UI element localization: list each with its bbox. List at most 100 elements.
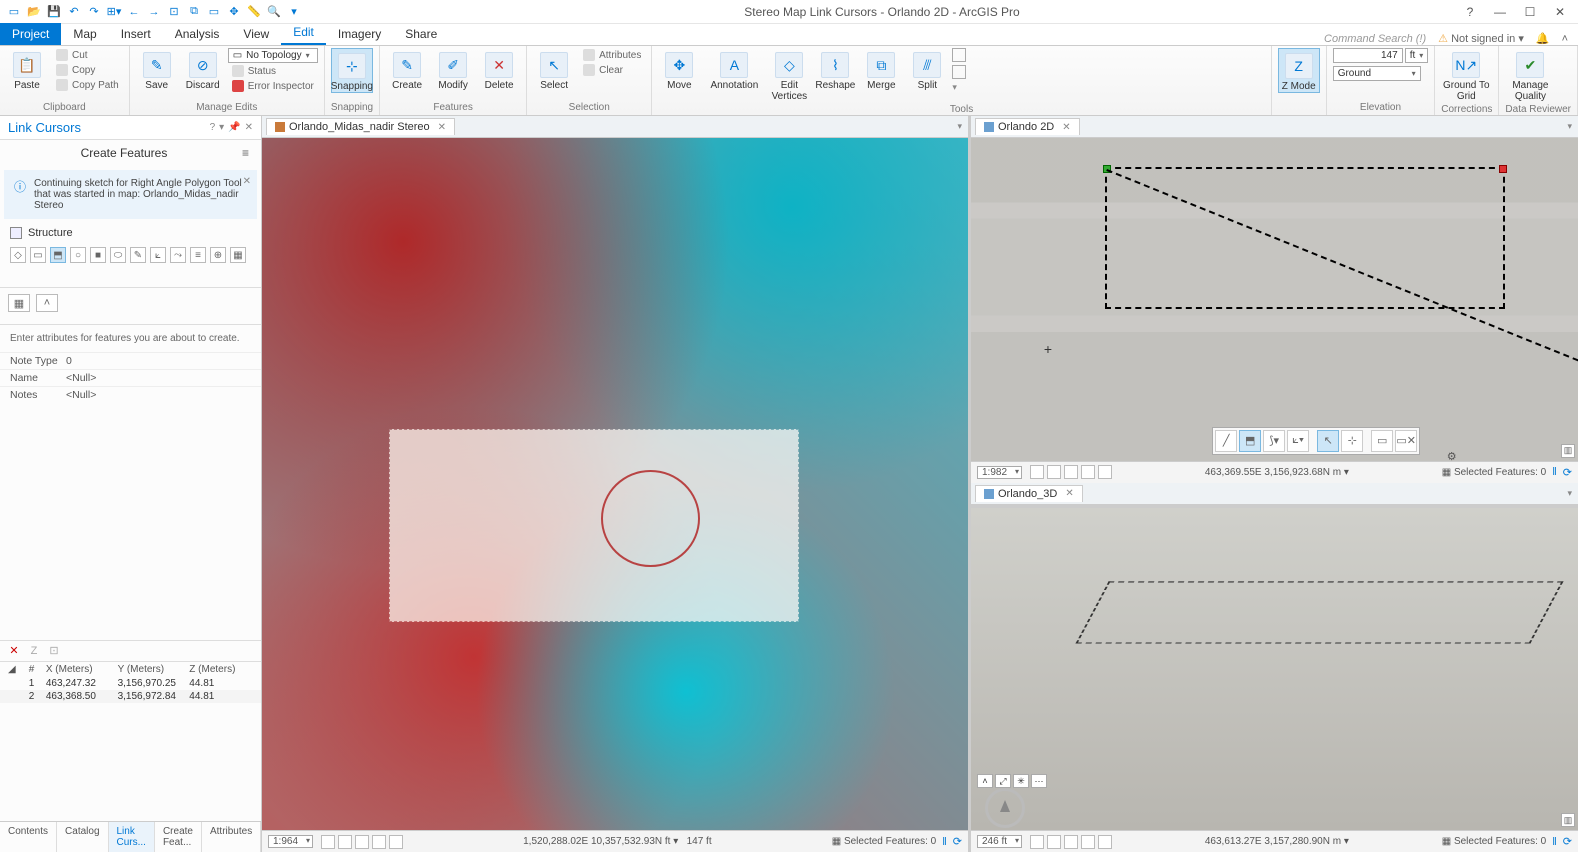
refresh2d-icon[interactable]: ⟳ xyxy=(1563,466,1572,479)
vertex-z-icon[interactable]: Z xyxy=(26,643,42,659)
tool-stream[interactable]: ≡ xyxy=(190,247,206,263)
seg-line[interactable]: ╱ xyxy=(1215,430,1237,452)
sb-ic3[interactable] xyxy=(355,835,369,849)
paste-button[interactable]: 📋Paste xyxy=(6,48,48,91)
back-icon[interactable]: ← xyxy=(126,4,142,20)
finish-sketch[interactable]: ▭ xyxy=(1371,430,1393,452)
stereo-tab-close-icon[interactable]: ✕ xyxy=(438,122,446,133)
tool-extra-1[interactable] xyxy=(952,48,966,62)
layout-icon[interactable]: ⊞▾ xyxy=(106,4,122,20)
qat-more-icon[interactable]: ▾ xyxy=(286,4,302,20)
vertex-add[interactable]: ⊹ xyxy=(1341,430,1363,452)
ribbon-collapse-icon[interactable]: ˄ xyxy=(1562,33,1568,45)
view-options-icon[interactable]: ▥ xyxy=(1561,444,1575,458)
reshape-button[interactable]: ⌇Reshape xyxy=(814,48,856,91)
map-2d-view[interactable]: + ╱ ⬒ ⟆▾ ⟀▾ ↖ ⊹ ▭ ▭✕ ⚙ ▥ xyxy=(971,138,1578,461)
open-icon[interactable]: 📂 xyxy=(26,4,42,20)
pane-pin-icon[interactable]: 📌 xyxy=(228,122,240,133)
merge-button[interactable]: ⧉Merge xyxy=(860,48,902,91)
measure-icon[interactable]: 📏 xyxy=(246,4,262,20)
bookmark-icon[interactable]: ⧉ xyxy=(186,4,202,20)
tab-create-features[interactable]: Create Feat... xyxy=(155,822,202,852)
tool-extra-2[interactable] xyxy=(952,65,966,79)
stereo-scale[interactable]: 1:964 xyxy=(268,835,313,848)
command-search[interactable]: Command Search (!) xyxy=(1324,33,1426,45)
seg-trace[interactable]: ⟀▾ xyxy=(1287,430,1309,452)
copy-button[interactable]: Copy xyxy=(52,63,123,77)
extent-icon[interactable]: ⊡ xyxy=(166,4,182,20)
tab-share[interactable]: Share xyxy=(393,23,449,45)
tool-ellipse[interactable]: ⬭ xyxy=(110,247,126,263)
nav-north-icon[interactable]: ✳ xyxy=(1013,774,1029,788)
tool-right-angle[interactable]: ⬒ xyxy=(50,247,66,263)
tab-attributes[interactable]: Attributes xyxy=(202,822,261,852)
vertex-start[interactable] xyxy=(1103,165,1111,173)
explore-icon[interactable]: ✥ xyxy=(226,4,242,20)
vertex-row-1[interactable]: 1 463,247.323,156,970.2544.81 xyxy=(0,677,261,690)
sb-ic1[interactable] xyxy=(321,835,335,849)
manage-quality-button[interactable]: ✔Manage Quality xyxy=(1505,48,1555,102)
ground-to-grid-button[interactable]: N↗Ground To Grid xyxy=(1441,48,1491,102)
sb-ic4[interactable] xyxy=(372,835,386,849)
3d-tabstrip-menu-icon[interactable]: ▾ xyxy=(1567,488,1578,499)
hamburger-icon[interactable]: ≡ xyxy=(242,146,255,160)
vertex-row-2[interactable]: 2 463,368.503,156,972.8444.81 xyxy=(0,690,261,703)
template-structure[interactable]: Structure xyxy=(0,223,261,243)
discard-button[interactable]: ⊘Discard xyxy=(182,48,224,91)
help-icon[interactable]: ? xyxy=(1456,2,1484,22)
pause2d-icon[interactable]: ‖ xyxy=(1552,466,1557,478)
scene-3d-view[interactable]: ˄ ⤢ ✳ ⋯ ▥ xyxy=(971,505,1578,831)
pane-close-icon[interactable]: ✕ xyxy=(245,122,253,133)
tools-gallery-expand-icon[interactable]: ▾ xyxy=(952,82,966,93)
split-button[interactable]: ⫻Split xyxy=(906,48,948,91)
notifications-icon[interactable]: 🔔 xyxy=(1536,32,1550,45)
2d-scale[interactable]: 1:982 xyxy=(977,466,1022,479)
delete-button[interactable]: ✕Delete xyxy=(478,48,520,91)
stereo-tab[interactable]: Orlando_Midas_nadir Stereo ✕ xyxy=(266,118,455,135)
copy-path-button[interactable]: Copy Path xyxy=(52,78,123,92)
vertex-edit[interactable]: ↖ xyxy=(1317,430,1339,452)
cut-button[interactable]: Cut xyxy=(52,48,123,62)
tool-square[interactable]: ■ xyxy=(90,247,106,263)
attributes-button[interactable]: Attributes xyxy=(579,48,645,62)
3d-scale[interactable]: 246 ft xyxy=(977,835,1022,848)
elevation-value[interactable]: 147 xyxy=(1333,48,1403,63)
attr-row-notes[interactable]: Notes<Null> xyxy=(0,386,261,403)
maximize-icon[interactable]: ☐ xyxy=(1516,2,1544,22)
tool-more[interactable]: ▦ xyxy=(230,247,246,263)
save-icon[interactable]: 💾 xyxy=(46,4,62,20)
tool-freehand[interactable]: ✎ xyxy=(130,247,146,263)
topology-combo[interactable]: ▭No Topology▾ xyxy=(228,48,318,63)
close-icon[interactable]: ✕ xyxy=(1546,2,1574,22)
undo-icon[interactable]: ↶ xyxy=(66,4,82,20)
tool-rect[interactable]: ▭ xyxy=(30,247,46,263)
2d-tabstrip-menu-icon[interactable]: ▾ xyxy=(1567,121,1578,132)
nav-up-icon[interactable]: ˄ xyxy=(977,774,993,788)
refresh-icon[interactable]: ⟳ xyxy=(953,835,962,848)
2d-tab-close-icon[interactable]: ✕ xyxy=(1062,122,1070,133)
tab-imagery[interactable]: Imagery xyxy=(326,23,393,45)
select-icon[interactable]: ▭ xyxy=(206,4,222,20)
tab-contents[interactable]: Contents xyxy=(0,822,57,852)
sb-ic5[interactable] xyxy=(389,835,403,849)
save-button[interactable]: ✎Save xyxy=(136,48,178,91)
info-close-icon[interactable]: ✕ xyxy=(243,176,251,187)
pane-help-icon[interactable]: ? xyxy=(210,122,216,133)
3d-tab-close-icon[interactable]: ✕ xyxy=(1065,488,1073,499)
nav-more-icon[interactable]: ⋯ xyxy=(1031,774,1047,788)
pause3d-icon[interactable]: ‖ xyxy=(1552,836,1557,848)
select-button[interactable]: ↖Select xyxy=(533,48,575,91)
attr-row-name[interactable]: Name<Null> xyxy=(0,369,261,386)
minimize-icon[interactable]: — xyxy=(1486,2,1514,22)
tab-link-cursors[interactable]: Link Curs... xyxy=(109,822,155,852)
zmode-button[interactable]: ZZ Mode xyxy=(1278,48,1320,93)
annotation-button[interactable]: AAnnotation xyxy=(704,48,764,91)
2d-tab[interactable]: Orlando 2D ✕ xyxy=(975,118,1080,135)
pane-menu-icon[interactable]: ▾ xyxy=(219,122,224,133)
tab-project[interactable]: Project xyxy=(0,23,61,45)
navigator-compass[interactable] xyxy=(985,788,1025,828)
elevation-unit[interactable]: ft▾ xyxy=(1405,48,1429,63)
view3d-options-icon[interactable]: ▥ xyxy=(1561,813,1575,827)
surface-combo[interactable]: Ground▾ xyxy=(1333,66,1421,81)
tab-map[interactable]: Map xyxy=(61,23,108,45)
